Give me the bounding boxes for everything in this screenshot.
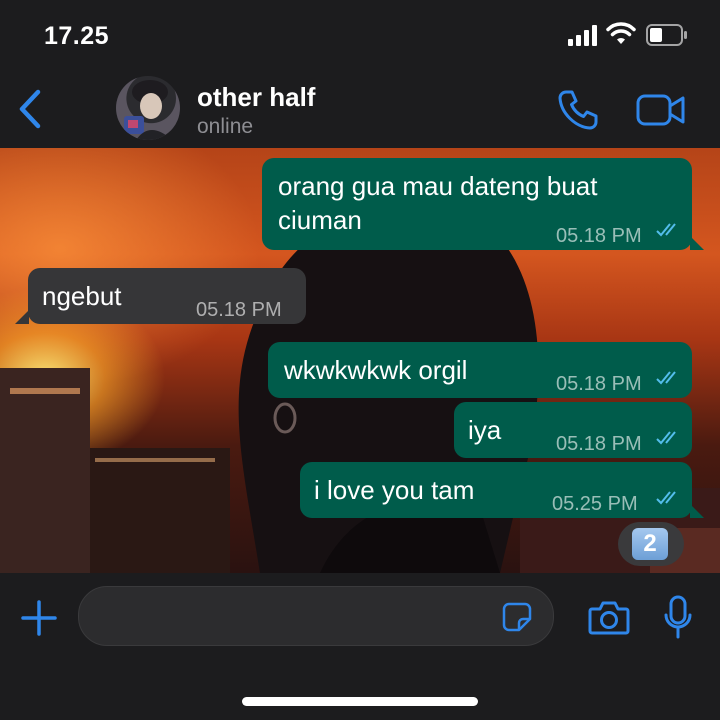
read-receipt-icon bbox=[656, 431, 676, 445]
message-time: 05.18 PM bbox=[556, 373, 642, 395]
contact-name[interactable]: other half bbox=[197, 82, 315, 113]
avatar-photo bbox=[124, 80, 172, 140]
battery-icon bbox=[646, 24, 687, 46]
chat-header: other half online bbox=[0, 70, 720, 148]
contact-avatar[interactable] bbox=[116, 76, 180, 140]
unread-count-badge: 2 bbox=[632, 528, 668, 560]
message-bubble-outgoing[interactable]: iya 05.18 PM bbox=[454, 402, 692, 458]
plus-icon[interactable] bbox=[20, 599, 58, 637]
wifi-icon bbox=[606, 22, 636, 44]
phone-icon[interactable] bbox=[556, 88, 600, 132]
message-text: i love you tam bbox=[314, 475, 475, 505]
message-input[interactable] bbox=[78, 586, 554, 646]
bubble-tail bbox=[690, 236, 704, 250]
message-bubble-outgoing[interactable]: orang gua mau dateng buat ciuman 05.18 P… bbox=[262, 158, 692, 250]
status-bar: 17.25 bbox=[0, 0, 720, 70]
message-time: 05.18 PM bbox=[556, 433, 642, 455]
cellular-signal-icon bbox=[568, 25, 597, 46]
read-receipt-icon bbox=[656, 223, 676, 237]
chat-background: orang gua mau dateng buat ciuman 05.18 P… bbox=[0, 148, 720, 573]
camera-icon[interactable] bbox=[588, 599, 630, 635]
unread-count-button[interactable]: 2 bbox=[618, 522, 684, 566]
read-receipt-icon bbox=[656, 371, 676, 385]
video-camera-icon[interactable] bbox=[636, 92, 686, 128]
message-input-bar bbox=[0, 573, 720, 720]
message-text: ngebut bbox=[42, 281, 122, 311]
bubble-tail bbox=[690, 504, 704, 518]
message-text: iya bbox=[468, 415, 502, 445]
home-indicator[interactable] bbox=[242, 697, 478, 706]
sticker-icon[interactable] bbox=[501, 601, 533, 633]
message-text: wkwkwkwk orgil bbox=[284, 355, 468, 385]
message-time: 05.25 PM bbox=[552, 493, 638, 515]
message-time: 05.18 PM bbox=[196, 299, 282, 321]
message-bubble-incoming[interactable]: ngebut 05.18 PM bbox=[28, 268, 306, 324]
message-bubble-outgoing[interactable]: i love you tam 05.25 PM bbox=[300, 462, 692, 518]
bubble-tail bbox=[15, 310, 29, 324]
message-text: orang gua mau dateng buat bbox=[278, 171, 598, 201]
message-bubble-outgoing[interactable]: wkwkwkwk orgil 05.18 PM bbox=[268, 342, 692, 398]
microphone-icon[interactable] bbox=[664, 595, 692, 639]
read-receipt-icon bbox=[656, 491, 676, 505]
back-chevron-icon[interactable] bbox=[14, 88, 46, 130]
message-time: 05.18 PM bbox=[556, 225, 642, 247]
message-text: ciuman bbox=[278, 205, 362, 235]
status-time: 17.25 bbox=[44, 22, 110, 50]
contact-presence: online bbox=[197, 115, 254, 138]
